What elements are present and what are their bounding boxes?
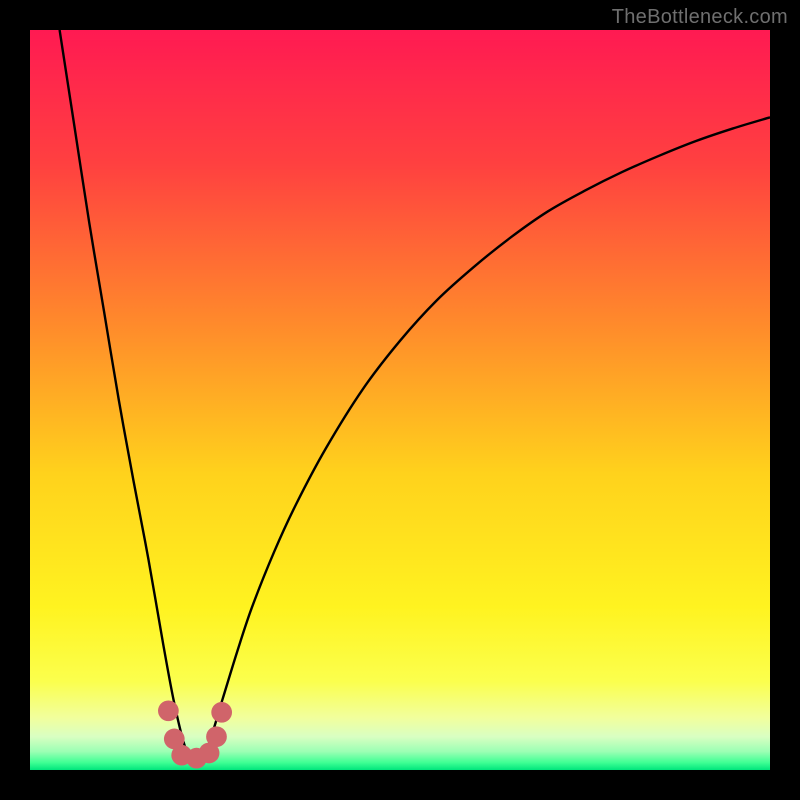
chart-svg: [30, 30, 770, 770]
curve-marker: [206, 726, 227, 747]
curve-marker: [158, 700, 179, 721]
watermark-text: TheBottleneck.com: [612, 6, 788, 29]
chart-frame: TheBottleneck.com: [0, 0, 800, 800]
gradient-background: [30, 30, 770, 770]
curve-marker: [211, 702, 232, 723]
plot-area: [30, 30, 770, 770]
